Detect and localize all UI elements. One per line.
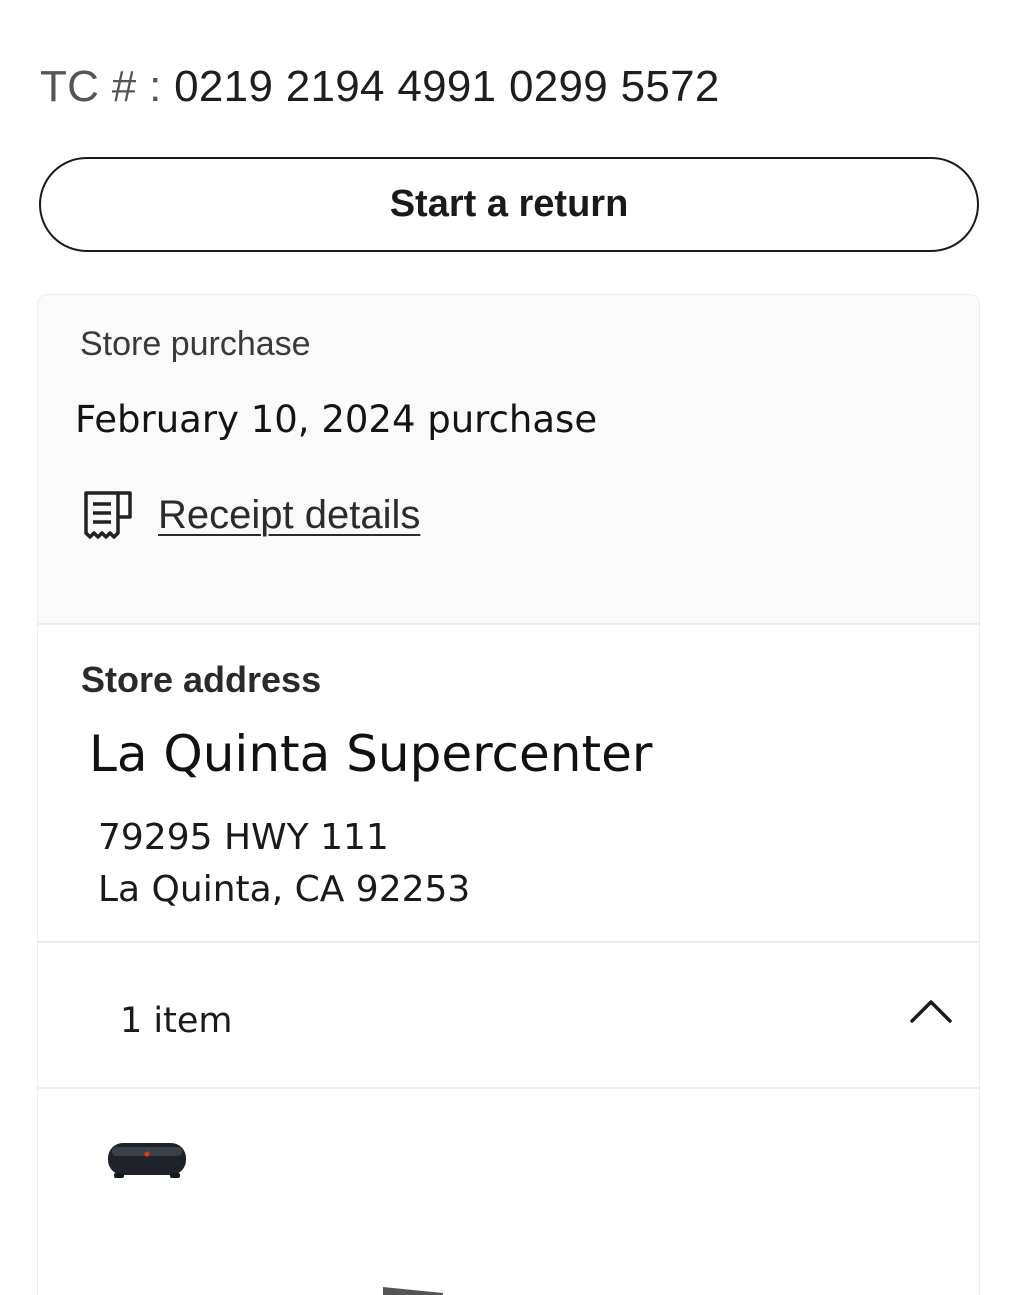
start-return-button[interactable]: Start a return	[39, 157, 979, 252]
store-street: 79295 HWY 111	[98, 817, 389, 858]
tc-number: 0219 2194 4991 0299 5572	[174, 62, 720, 111]
order-details-page: TC # : 0219 2194 4991 0299 5572 Start a …	[0, 0, 1024, 1295]
store-address-section: Store address La Quinta Supercenter 7929…	[38, 625, 979, 943]
receipt-icon	[84, 491, 132, 539]
items-accordion-header[interactable]: 1 item	[38, 943, 979, 1089]
purchase-section: Store purchase February 10, 2024 purchas…	[38, 295, 979, 625]
item-count: 1 item	[120, 1001, 233, 1041]
receipt-details-row[interactable]: Receipt details	[80, 487, 420, 543]
transaction-code: TC # : 0219 2194 4991 0299 5572	[40, 62, 720, 112]
speaker-product-image[interactable]	[106, 1137, 188, 1181]
store-name: La Quinta Supercenter	[89, 725, 653, 783]
order-card: Store purchase February 10, 2024 purchas…	[37, 294, 980, 1295]
purchase-date: February 10, 2024 purchase	[75, 398, 598, 441]
receipt-details-link[interactable]: Receipt details	[158, 493, 420, 538]
purchase-type-label: Store purchase	[80, 325, 311, 363]
product-image-partial	[383, 1287, 443, 1295]
store-address-heading: Store address	[81, 659, 322, 700]
product-list	[38, 1089, 979, 1295]
tc-label: TC # :	[40, 62, 162, 111]
store-city-state-zip: La Quinta, CA 92253	[98, 869, 471, 910]
chevron-up-icon[interactable]	[909, 995, 953, 1025]
